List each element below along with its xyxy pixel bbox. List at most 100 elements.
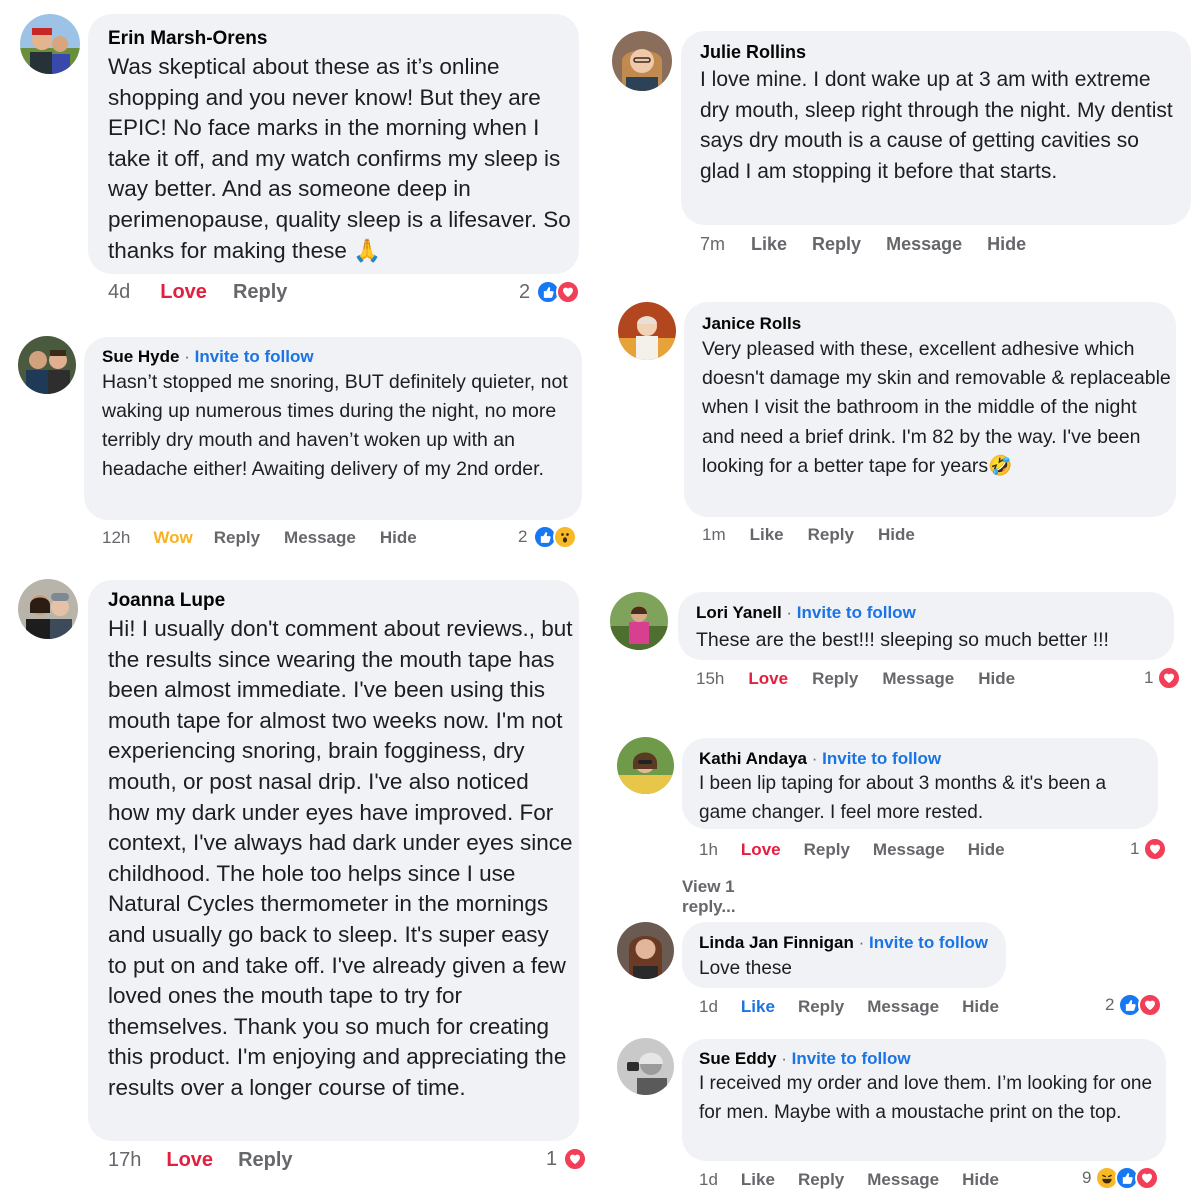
comment-actions: 1d Like Reply Message Hide (699, 997, 999, 1017)
hide-button[interactable]: Hide (878, 525, 915, 545)
reaction-summary[interactable]: 1 (1130, 837, 1168, 861)
comment-author[interactable]: Lori Yanell (696, 603, 782, 622)
love-icon (1143, 837, 1168, 861)
comment-time[interactable]: 17h (108, 1149, 141, 1172)
comment-text: I been lip taping for about 3 months & i… (699, 773, 1107, 823)
reaction-count: 2 (1105, 995, 1115, 1014)
reply-button[interactable]: Reply (812, 669, 858, 689)
invite-to-follow-link[interactable]: Invite to follow (797, 603, 916, 622)
invite-to-follow-link[interactable]: Invite to follow (822, 749, 941, 768)
reply-button[interactable]: Reply (808, 525, 854, 545)
comment-text: Hasn’t stopped me snoring, BUT definitel… (102, 371, 568, 480)
like-reaction-button[interactable]: Like (741, 997, 775, 1017)
wow-reaction-button[interactable]: Wow (153, 528, 192, 548)
love-reaction-button[interactable]: Love (160, 281, 207, 304)
comment-time[interactable]: 1m (702, 525, 726, 545)
avatar[interactable] (610, 592, 668, 650)
love-icon (1135, 1166, 1160, 1190)
avatar[interactable] (617, 737, 674, 794)
comment-text: Love these (699, 958, 792, 979)
comment-author[interactable]: Joanna Lupe (108, 590, 225, 612)
like-button[interactable]: Like (750, 525, 784, 545)
message-button[interactable]: Message (882, 669, 954, 689)
comment-text: These are the best!!! sleeping so much b… (696, 629, 1109, 651)
comment-time[interactable]: 1d (699, 1170, 718, 1190)
invite-to-follow-link[interactable]: Invite to follow (869, 933, 988, 952)
comment-author[interactable]: Julie Rollins (700, 42, 806, 63)
comment-bubble: Sue Eddy · Invite to follow I received m… (682, 1039, 1166, 1161)
comment-author[interactable]: Sue Hyde (102, 347, 179, 366)
separator-dot: · (858, 933, 870, 952)
reaction-count: 1 (1144, 668, 1154, 687)
avatar[interactable] (617, 922, 674, 979)
reaction-summary[interactable]: 2 (1105, 993, 1163, 1017)
comment-time[interactable]: 15h (696, 669, 724, 689)
hide-button[interactable]: Hide (962, 1170, 999, 1190)
avatar[interactable] (18, 579, 78, 639)
comment-author[interactable]: Janice Rolls (702, 314, 801, 334)
reaction-count: 2 (519, 280, 531, 303)
reply-button[interactable]: Reply (798, 997, 844, 1017)
avatar[interactable] (612, 31, 672, 91)
reply-button[interactable]: Reply (798, 1170, 844, 1190)
message-button[interactable]: Message (867, 1170, 939, 1190)
message-button[interactable]: Message (873, 840, 945, 860)
view-replies-link[interactable]: View 1 reply... (682, 877, 736, 917)
comment-author[interactable]: Sue Eddy (699, 1049, 776, 1068)
love-icon (556, 280, 581, 304)
reaction-summary[interactable]: 9 (1082, 1166, 1160, 1190)
separator-dot: · (811, 749, 823, 768)
love-reaction-button[interactable]: Love (741, 840, 781, 860)
love-icon (1157, 666, 1182, 690)
avatar[interactable] (20, 14, 80, 74)
comment-actions: 7m Like Reply Message Hide (700, 234, 1026, 255)
message-button[interactable]: Message (886, 234, 962, 255)
comment-bubble: Lori Yanell · Invite to follow These are… (678, 592, 1174, 660)
comment-author[interactable]: Kathi Andaya (699, 749, 807, 768)
hide-button[interactable]: Hide (987, 234, 1026, 255)
comment-time[interactable]: 12h (102, 528, 130, 548)
comment-actions: 1d Like Reply Message Hide (699, 1170, 999, 1190)
reaction-summary[interactable]: 2 (519, 280, 581, 304)
reply-button[interactable]: Reply (812, 234, 861, 255)
reply-button[interactable]: Reply (233, 281, 287, 304)
invite-to-follow-link[interactable]: Invite to follow (195, 347, 314, 366)
comment-time[interactable]: 1h (699, 840, 718, 860)
hide-button[interactable]: Hide (978, 669, 1015, 689)
comment-time[interactable]: 1d (699, 997, 718, 1017)
comment-text: Was skeptical about these as it’s online… (108, 54, 571, 263)
invite-to-follow-link[interactable]: Invite to follow (792, 1049, 911, 1068)
reaction-count: 1 (1130, 839, 1140, 858)
comment-bubble: Kathi Andaya · Invite to follow I been l… (682, 738, 1158, 829)
reaction-summary[interactable]: 1 (1144, 666, 1182, 690)
like-button[interactable]: Like (751, 234, 787, 255)
comment-text: Hi! I usually don't comment about review… (108, 616, 573, 1100)
comment-author[interactable]: Erin Marsh-Orens (108, 28, 267, 50)
comment-time[interactable]: 4d (108, 281, 130, 304)
love-reaction-button[interactable]: Love (166, 1149, 213, 1172)
reply-button[interactable]: Reply (214, 528, 260, 548)
like-button[interactable]: Like (741, 1170, 775, 1190)
love-icon (1138, 993, 1163, 1017)
reply-button[interactable]: Reply (238, 1149, 292, 1172)
reaction-count: 2 (518, 527, 528, 546)
reaction-count: 9 (1082, 1168, 1092, 1187)
message-button[interactable]: Message (867, 997, 939, 1017)
avatar[interactable] (617, 1038, 674, 1095)
comment-author[interactable]: Linda Jan Finnigan (699, 933, 854, 952)
message-button[interactable]: Message (284, 528, 356, 548)
hide-button[interactable]: Hide (380, 528, 417, 548)
avatar[interactable] (618, 302, 676, 360)
wow-icon (553, 525, 578, 549)
reaction-summary[interactable]: 1 (546, 1147, 588, 1171)
comment-actions: 1m Like Reply Hide (702, 525, 915, 545)
avatar[interactable] (18, 336, 76, 394)
hide-button[interactable]: Hide (968, 840, 1005, 860)
love-reaction-button[interactable]: Love (748, 669, 788, 689)
reaction-summary[interactable]: 2 (518, 525, 578, 549)
separator-dot: · (786, 603, 797, 622)
hide-button[interactable]: Hide (962, 997, 999, 1017)
reaction-count: 1 (546, 1147, 558, 1170)
comment-time[interactable]: 7m (700, 234, 725, 255)
reply-button[interactable]: Reply (804, 840, 850, 860)
